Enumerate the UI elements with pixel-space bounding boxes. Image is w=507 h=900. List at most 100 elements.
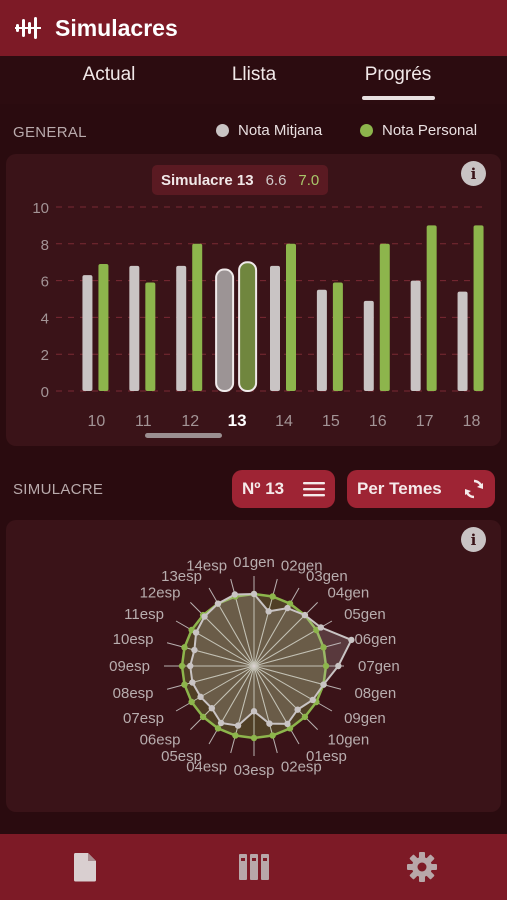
bar-mitjana-13[interactable] — [215, 268, 235, 392]
radar-point-mitjana — [301, 611, 309, 619]
bar-mitjana-11[interactable] — [129, 265, 140, 391]
y-tick-label: 2 — [41, 347, 49, 364]
bar-mitjana-15[interactable] — [316, 289, 327, 391]
radar-point-mitjana — [266, 720, 273, 727]
radar-point-mitjana — [192, 629, 200, 636]
radar-axis-label: 06esp — [140, 732, 181, 749]
radar-point-mitjana — [189, 679, 196, 686]
tooltip-personal: 7.0 — [298, 171, 320, 189]
bar-personal-10[interactable] — [98, 264, 109, 391]
simulacre-section-label: SIMULACRE — [13, 481, 104, 498]
general-section-label: GENERAL — [13, 124, 87, 141]
bar-personal-16[interactable] — [379, 243, 390, 391]
radar-chart-card: i 01gen 02gen 03gen 04gen 05gen 06gen 07gen 08g… — [6, 520, 501, 812]
bar-mitjana-14[interactable] — [270, 265, 280, 391]
simulacre-number-button[interactable]: Nº 13 — [232, 470, 335, 508]
tab-actual[interactable]: Actual — [39, 64, 179, 86]
radar-axis-label: 10gen — [328, 732, 370, 749]
radar-axis-label: 09esp — [109, 658, 150, 675]
legend-dot-personal — [360, 124, 373, 137]
radar-point-mitjana — [320, 681, 327, 688]
x-tick-label[interactable]: 12 — [181, 413, 199, 430]
bar-mitjana-18[interactable] — [457, 291, 468, 391]
simulacre-number-label: Nº 13 — [242, 479, 285, 498]
radar-point-personal — [214, 725, 222, 732]
bar-personal-18[interactable] — [473, 225, 484, 391]
radar-point-mitjana — [265, 608, 272, 615]
radar-point-mitjana — [294, 706, 301, 713]
x-tick-label[interactable]: 17 — [416, 413, 434, 430]
radar-axis-label: 08esp — [113, 685, 154, 702]
bar-personal-14[interactable] — [286, 243, 296, 391]
radar-point-mitjana — [335, 662, 342, 670]
x-tick-label[interactable]: 14 — [275, 413, 293, 430]
radar-point-mitjana — [231, 591, 239, 598]
radar-axis-label: 02esp — [281, 758, 322, 775]
radar-axis-label: 11esp — [124, 606, 164, 623]
nav-document-icon[interactable] — [45, 834, 125, 900]
radar-point-personal — [269, 732, 276, 739]
radar-axis-label: 08gen — [354, 685, 396, 702]
tab-llista[interactable]: Llista — [184, 64, 324, 86]
radar-axis-label: 09gen — [344, 710, 386, 727]
legend-nota-mitjana[interactable]: Nota Mitjana — [216, 122, 322, 139]
bar-personal-15[interactable] — [332, 282, 343, 391]
y-tick-label: 10 — [32, 200, 49, 217]
bar-chart[interactable]: 0 2 4 6 8 10 10 11 12 13 14 15 16 17 18 — [6, 154, 501, 446]
nav-settings-gear-icon[interactable] — [382, 834, 462, 900]
nav-binders-icon[interactable] — [214, 834, 294, 900]
y-tick-label: 8 — [41, 237, 49, 254]
x-tick-label[interactable]: 16 — [369, 413, 387, 430]
per-temes-button[interactable]: Per Temes — [347, 470, 495, 508]
waveform-logo-icon — [13, 13, 43, 43]
radar-point-mitjana — [284, 604, 291, 612]
bar-mitjana-10[interactable] — [82, 275, 93, 391]
radar-axis-label: 14esp — [186, 558, 227, 575]
y-tick-label: 6 — [41, 274, 49, 291]
radar-axis-label: 01gen — [233, 554, 275, 571]
radar-point-mitjana — [187, 662, 194, 670]
tab-progres[interactable]: Progrés — [328, 64, 468, 86]
radar-axis-label: 06gen — [354, 631, 396, 648]
radar-point-mitjana — [284, 720, 291, 728]
tooltip-label: Simulacre 13 — [161, 171, 254, 189]
radar-point-mitjana — [197, 693, 204, 701]
radar-point-mitjana — [317, 624, 325, 631]
legend-label-personal: Nota Personal — [382, 122, 478, 139]
radar-point-personal — [269, 593, 276, 600]
radar-point-personal — [178, 662, 186, 670]
radar-point-mitjana — [208, 704, 216, 712]
refresh-icon — [462, 477, 486, 501]
radar-point-personal — [232, 732, 239, 739]
x-tick-label[interactable]: 10 — [88, 413, 106, 430]
bar-mitjana-16[interactable] — [363, 300, 374, 391]
radar-chart[interactable]: 01gen 02gen03gen04gen05gen06gen07gen08gen… — [6, 520, 501, 812]
radar-point-personal — [199, 713, 207, 721]
radar-point-mitjana — [250, 590, 258, 598]
y-tick-label: 4 — [41, 310, 49, 327]
x-tick-label[interactable]: 18 — [463, 413, 481, 430]
bar-mitjana-17[interactable] — [410, 280, 421, 391]
legend-dot-mitjana — [216, 124, 229, 137]
per-temes-label: Per Temes — [357, 479, 442, 498]
x-tick-label[interactable]: 11 — [135, 413, 152, 430]
x-tick-label[interactable]: 13 — [228, 411, 247, 430]
radar-point-personal — [181, 644, 188, 651]
x-tick-label[interactable]: 15 — [322, 413, 340, 430]
bar-personal-13[interactable] — [238, 261, 258, 392]
radar-point-mitjana — [191, 646, 198, 654]
bar-personal-11[interactable] — [145, 282, 156, 391]
bar-mitjana-12[interactable] — [176, 265, 187, 391]
radar-point-mitjana — [217, 719, 225, 727]
y-tick-label: 0 — [41, 384, 49, 401]
radar-axis-label: 04gen — [328, 584, 370, 601]
bottom-navigation — [0, 834, 507, 900]
legend-nota-personal[interactable]: Nota Personal — [360, 122, 477, 139]
radar-point-personal — [250, 734, 258, 742]
radar-point-mitjana — [234, 722, 242, 729]
radar-point-personal — [188, 698, 195, 706]
chart-scroll-indicator[interactable] — [145, 433, 222, 438]
bar-personal-12[interactable] — [192, 243, 203, 391]
bar-personal-17[interactable] — [426, 225, 437, 391]
active-tab-indicator — [362, 96, 435, 100]
